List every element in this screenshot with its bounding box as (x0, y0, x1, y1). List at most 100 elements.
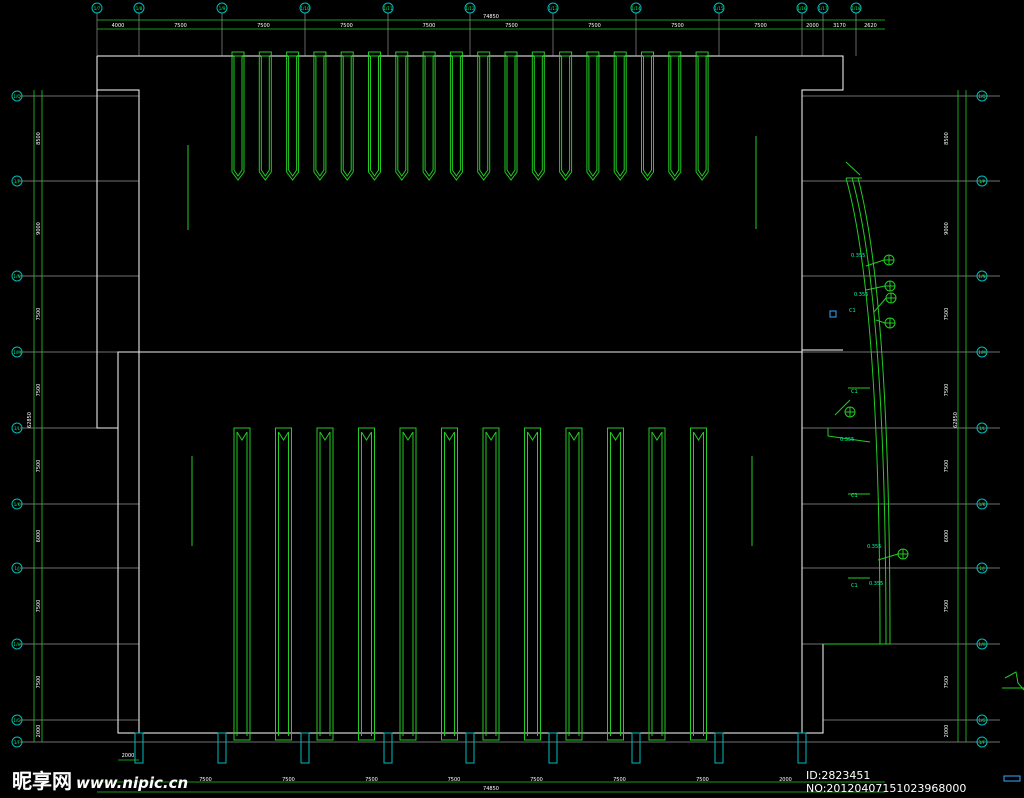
axis-bubble: 1/15 (713, 2, 725, 56)
axis-bubble-label: 1/K (979, 502, 986, 507)
axis-bubble-label: 1/M (13, 350, 21, 355)
axis-bubble: 1/10 (299, 2, 311, 56)
dimension-label: 2000 (36, 725, 42, 738)
bottom-purlins (233, 427, 707, 741)
column-footing (134, 732, 144, 764)
bottom-purlin (607, 427, 624, 741)
dimension-label: 7500 (174, 23, 187, 29)
top-purlin (258, 51, 272, 181)
bottom-purlin (690, 427, 707, 741)
column-footing (631, 732, 641, 764)
dimension-label: 7500 (423, 23, 436, 29)
right-axis-bubbles: 1/Q 1/P 1/N 1/M 1/L 1/K 1/J 1/H 1/G 1/F (976, 90, 988, 748)
dimension-label: 2000 (779, 777, 792, 783)
watermark-url: www.nipic.cn (76, 774, 189, 792)
top-purlin (531, 51, 545, 181)
top-purlin (395, 51, 409, 181)
axis-bubble: 1/18 (850, 2, 862, 56)
svg-text:C1: C1 (849, 308, 856, 314)
watermark-site: 昵享网 (12, 769, 72, 793)
top-total-dimension: 74850 (483, 14, 499, 20)
axis-bubble-label: 1/8 (136, 6, 143, 11)
top-purlin (504, 51, 518, 181)
axis-bubble-label: 1/N (14, 274, 21, 279)
grid-lines (20, 95, 1000, 743)
bottom-purlin (233, 427, 251, 741)
axis-bubble-label: 1/J (14, 566, 19, 571)
dimension-label: 6000 (36, 530, 42, 543)
column-footing (300, 732, 310, 764)
axis-bubble-label: 1/N (979, 274, 986, 279)
dimension-label: 7500 (282, 777, 295, 783)
top-purlin (613, 51, 627, 181)
axis-bubble-label: 1/L (979, 426, 986, 431)
svg-text:C1: C1 (851, 583, 858, 589)
axis-bubble-label: 1/10 (301, 6, 310, 11)
bottom-total-dimension: 74850 (483, 786, 499, 792)
dimension-label: 7500 (944, 600, 950, 613)
top-purlin (668, 51, 682, 181)
top-purlin (449, 51, 463, 181)
bottom-purlin (648, 427, 666, 741)
svg-text:0.355: 0.355 (867, 544, 881, 550)
cad-drawing: 0.355 0.355 C1 C1 0.355 0.355 C1 C1 0.35… (11, 2, 1024, 793)
dimension-label: 7500 (36, 460, 42, 473)
axis-bubble-label: 1/14 (632, 6, 641, 11)
bottom-purlin (399, 427, 417, 741)
axis-bubble: 1/14 (630, 2, 642, 56)
column-footing (548, 732, 558, 764)
top-purlin (286, 51, 300, 181)
dimension-label: 2000 (944, 725, 950, 738)
axis-bubble-label: 1/P (14, 179, 21, 184)
axis-bubble-label: 1/11 (384, 6, 393, 11)
dimension-label: 4000 (112, 23, 125, 29)
dimension-label: 2000 (806, 23, 819, 29)
curve-markers (829, 254, 909, 579)
bottom-purlin (482, 427, 500, 741)
axis-bubble: 1/8 (133, 2, 145, 56)
dimension-label: 7500 (696, 777, 709, 783)
dimension-label: 7500 (944, 676, 950, 689)
top-purlin (641, 51, 654, 181)
axis-bubble-label: 1/7 (94, 6, 101, 11)
axis-bubble-label: 1/15 (715, 6, 724, 11)
axis-bubble-label: 1/17 (819, 6, 828, 11)
axis-bubble: 1/M (976, 346, 988, 358)
dimension-label: 7500 (530, 777, 543, 783)
title-fragment (1002, 671, 1024, 782)
top-dimension-ticks: 4000 7500 7500 7500 7500 7500 7500 7500 7500 2000… (112, 23, 877, 29)
axis-bubble: 1/7 (91, 2, 103, 56)
bottom-left-span: 2000 (122, 753, 135, 759)
axis-bubble-label: 1/Q (978, 94, 985, 99)
top-purlins (231, 51, 709, 181)
axis-bubble: 1/Q (11, 90, 23, 102)
column-footing (465, 732, 475, 764)
axis-bubble-label: 1/K (14, 502, 21, 507)
dimension-label: 3170 (833, 23, 846, 29)
left-dimension-labels: 8500 9000 7500 7500 7500 6000 7500 7500 2000 (36, 132, 42, 737)
top-purlin (477, 51, 491, 181)
axis-bubble-label: 1/F (979, 740, 986, 745)
axis-bubble-label: 1/18 (852, 6, 861, 11)
axis-bubble-label: 1/G (14, 718, 21, 723)
svg-text:0.355: 0.355 (851, 253, 865, 259)
bottom-purlin (565, 427, 583, 741)
curved-canopy (823, 161, 891, 645)
dimension-label: 7500 (36, 384, 42, 397)
column-footing (797, 732, 807, 764)
axis-bubble-label: 1/Q (13, 94, 20, 99)
left-total-dimension: 62850 (27, 412, 33, 428)
watermark: 昵享网 www.nipic.cn (12, 765, 188, 794)
axis-bubble: 1/13 (547, 2, 559, 56)
axis-bubble-label: 1/9 (219, 6, 226, 11)
dimension-label: 7500 (448, 777, 461, 783)
top-purlin (422, 51, 436, 181)
axis-bubble-label: 1/P (979, 179, 986, 184)
left-axis-bubbles: 1/Q 1/P 1/N 1/M 1/L 1/K 1/J 1/H 1/G 1/F (11, 90, 23, 748)
column-footings (134, 732, 807, 764)
top-purlin (231, 51, 245, 181)
axis-bubble: 1/16 (796, 2, 808, 56)
dimension-label: 7500 (365, 777, 378, 783)
image-id: ID:2823451 NO:20120407151023968000 (806, 769, 967, 795)
dimension-label: 9000 (944, 222, 950, 235)
